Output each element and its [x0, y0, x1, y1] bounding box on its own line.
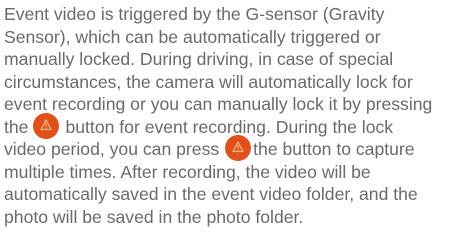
text-line-with-button: the button for event recording. During th… [4, 113, 394, 140]
text-line: manually locked. During driving, in case… [4, 49, 394, 69]
text-line: Event video is triggered by the G-sensor… [4, 4, 385, 24]
text-line: Sensor), which can be automatically trig… [4, 27, 381, 47]
text-line-with-button: video period, you can press the button to… [4, 135, 415, 162]
text-line: automatically saved in the event video f… [4, 184, 418, 204]
text-line: multiple times. After recording, the vid… [4, 162, 371, 182]
lock-warning-icon [33, 113, 60, 140]
text-segment: video period, you can press [4, 139, 220, 159]
lock-warning-icon [225, 135, 252, 162]
text-segment: the button to capture [253, 139, 415, 159]
text-segment: button for event recording. During the l… [65, 117, 394, 137]
text-line: event recording or you can manually lock… [4, 94, 433, 114]
text-line: circumstances, the camera will automatic… [4, 72, 413, 92]
text-line: photo will be saved in the photo folder. [4, 207, 304, 227]
document-body: Event video is triggered by the G-sensor… [0, 0, 461, 241]
text-segment: the [4, 117, 29, 137]
